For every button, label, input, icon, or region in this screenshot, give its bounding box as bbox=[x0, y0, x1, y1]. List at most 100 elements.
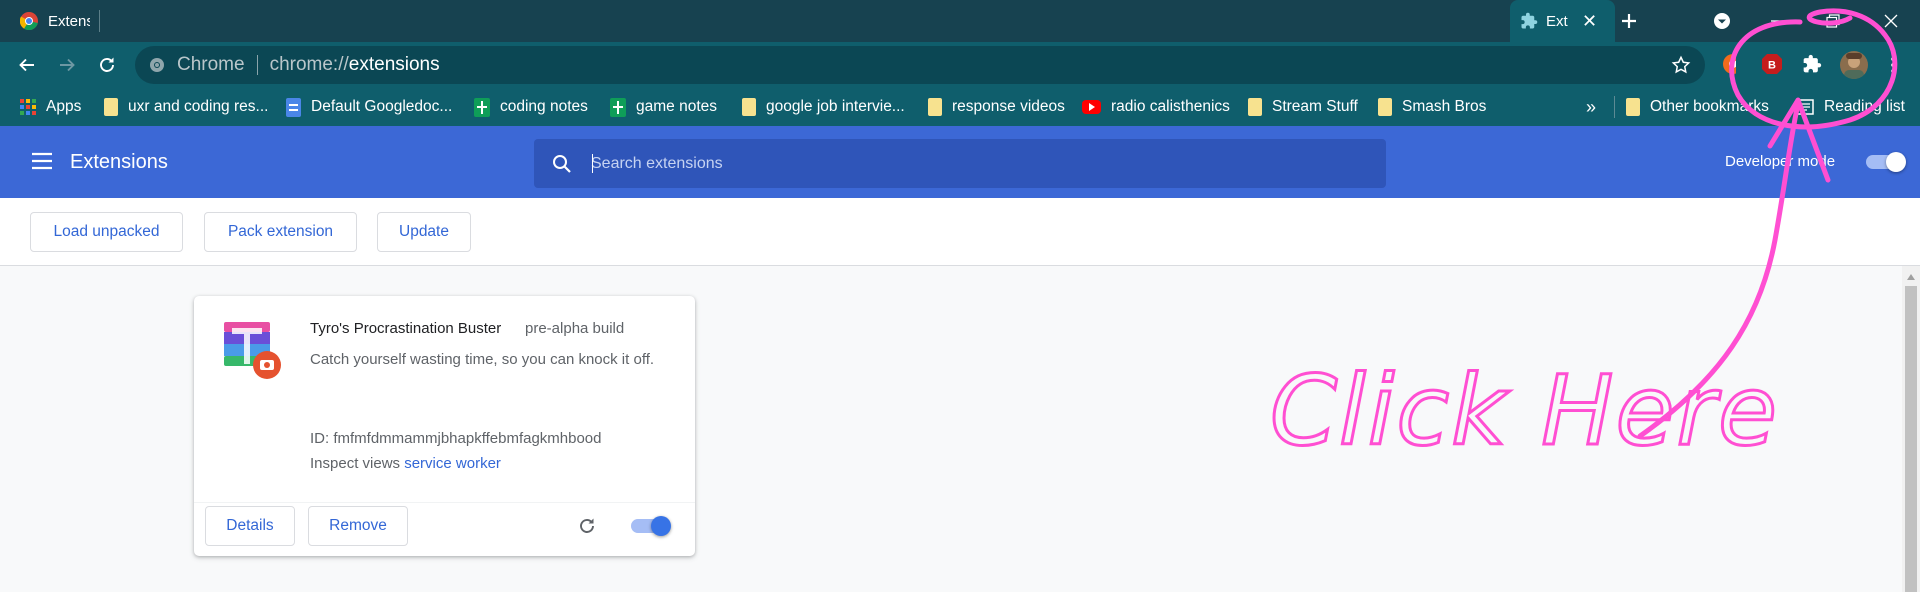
bookmark-label: Stream Stuff bbox=[1272, 98, 1358, 115]
google-sheets-icon bbox=[474, 97, 490, 117]
extension-enable-toggle[interactable] bbox=[631, 516, 671, 536]
reload-extension-icon[interactable] bbox=[578, 517, 596, 535]
chrome-info-icon[interactable] bbox=[149, 57, 165, 73]
chrome-logo-icon bbox=[20, 12, 38, 30]
tab-separator bbox=[99, 10, 100, 32]
bookmark-youtube[interactable]: radio calisthenics bbox=[1082, 88, 1230, 126]
reload-icon bbox=[98, 56, 116, 74]
tab-search-button[interactable] bbox=[1708, 0, 1736, 42]
google-docs-icon bbox=[286, 97, 301, 117]
double-chevron-icon: » bbox=[1586, 96, 1597, 117]
developer-mode-label: Developer mode bbox=[1725, 153, 1836, 170]
close-icon bbox=[1884, 14, 1898, 28]
developer-mode-toggle[interactable] bbox=[1866, 152, 1906, 172]
folder-icon bbox=[1378, 98, 1392, 116]
bookmarks-overflow-button[interactable]: » bbox=[1586, 88, 1596, 126]
extension-b-icon[interactable]: B bbox=[1761, 53, 1783, 75]
search-icon bbox=[552, 154, 572, 174]
forward-button[interactable] bbox=[52, 42, 82, 88]
load-unpacked-button[interactable]: Load unpacked bbox=[30, 212, 183, 252]
search-input[interactable] bbox=[591, 139, 1351, 188]
card-divider bbox=[194, 502, 695, 503]
folder-icon bbox=[1248, 98, 1262, 116]
update-button[interactable]: Update bbox=[377, 212, 471, 252]
extension-card: Tyro's Procrastination Buster pre-alpha … bbox=[194, 296, 695, 556]
reading-list[interactable]: Reading list bbox=[1796, 88, 1905, 126]
bookmark-doc[interactable]: Default Googledoc... bbox=[286, 88, 452, 126]
toggle-knob bbox=[1886, 152, 1906, 172]
chevron-down-circle-icon bbox=[1713, 12, 1731, 30]
bookmark-folder[interactable]: Stream Stuff bbox=[1248, 88, 1358, 126]
back-button[interactable] bbox=[12, 42, 42, 88]
arrow-left-icon bbox=[18, 56, 36, 74]
restore-window-icon bbox=[1826, 14, 1840, 28]
main-menu-button[interactable] bbox=[31, 152, 53, 170]
extension-logo-icon bbox=[224, 322, 282, 380]
bookmark-folder[interactable]: google job intervie... bbox=[742, 88, 905, 126]
bookmark-folder[interactable]: Smash Bros bbox=[1378, 88, 1486, 126]
extension-orange-icon[interactable] bbox=[1722, 53, 1736, 75]
other-bookmarks-label: Other bookmarks bbox=[1650, 98, 1769, 115]
extensions-puzzle-icon[interactable] bbox=[1802, 54, 1822, 74]
folder-icon bbox=[104, 98, 118, 116]
details-button[interactable]: Details bbox=[205, 506, 295, 546]
bookmarks-bar: Apps uxr and coding res... Default Googl… bbox=[0, 88, 1920, 126]
plus-icon bbox=[1621, 13, 1637, 29]
new-tab-button[interactable] bbox=[1612, 0, 1646, 42]
bookmark-label: response videos bbox=[952, 98, 1065, 115]
restore-button[interactable] bbox=[1818, 0, 1848, 42]
other-bookmarks[interactable]: Other bookmarks bbox=[1626, 88, 1769, 126]
extension-description: Catch yourself wasting time, so you can … bbox=[310, 351, 655, 368]
apps-grid-icon bbox=[20, 99, 36, 115]
folder-icon bbox=[742, 98, 756, 116]
tab-title: Extensions bbox=[1546, 12, 1568, 30]
pack-extension-button[interactable]: Pack extension bbox=[204, 212, 357, 252]
svg-text:B: B bbox=[1768, 60, 1776, 72]
page-title: Extensions bbox=[70, 151, 168, 173]
close-window-button[interactable] bbox=[1876, 0, 1906, 42]
bookmark-star-icon[interactable] bbox=[1671, 55, 1691, 75]
remove-button[interactable]: Remove bbox=[308, 506, 408, 546]
extension-version: pre-alpha build bbox=[525, 320, 625, 337]
omnibox[interactable]: Chrome chrome:// extensions bbox=[135, 46, 1705, 84]
bookmark-label: game notes bbox=[636, 98, 717, 115]
service-worker-link[interactable]: service worker bbox=[404, 455, 501, 472]
kebab-menu-icon[interactable] bbox=[1890, 56, 1896, 74]
omnibox-divider bbox=[256, 55, 258, 75]
bookmark-sheet[interactable]: coding notes bbox=[474, 88, 588, 126]
page-scrollbar[interactable] bbox=[1902, 266, 1920, 592]
reading-list-icon bbox=[1796, 99, 1814, 115]
extensions-header: Extensions Developer mode bbox=[0, 126, 1920, 198]
url-scheme: chrome:// bbox=[269, 54, 349, 75]
text-caret bbox=[592, 154, 593, 173]
tab-extensions-active[interactable]: Extensions ✕ bbox=[1510, 0, 1615, 42]
scroll-up-arrow-icon[interactable] bbox=[1907, 274, 1915, 280]
scrollbar-thumb[interactable] bbox=[1905, 286, 1917, 592]
puzzle-piece-icon bbox=[1520, 12, 1538, 30]
bookmark-label: google job intervie... bbox=[766, 98, 905, 115]
bookmark-folder[interactable]: response videos bbox=[928, 88, 1065, 126]
search-box[interactable] bbox=[534, 139, 1386, 188]
minimize-icon bbox=[1770, 14, 1784, 28]
close-tab-icon[interactable]: ✕ bbox=[1582, 12, 1597, 30]
developer-toolbar: Load unpacked Pack extension Update bbox=[0, 198, 1920, 266]
profile-avatar[interactable] bbox=[1840, 51, 1868, 79]
bookmark-sheet[interactable]: game notes bbox=[610, 88, 717, 126]
bookmark-label: Smash Bros bbox=[1402, 98, 1487, 115]
tab-title: Extensions bbox=[48, 12, 90, 30]
inspect-views-label: Inspect views bbox=[310, 455, 401, 472]
bookmark-apps[interactable]: Apps bbox=[20, 88, 81, 126]
url-path: extensions bbox=[348, 54, 440, 75]
minimize-button[interactable] bbox=[1762, 0, 1792, 42]
bookmarks-separator bbox=[1614, 96, 1615, 118]
annotation-text: Click Here bbox=[1270, 355, 1779, 467]
extension-name: Tyro's Procrastination Buster bbox=[310, 320, 502, 337]
arrow-right-icon bbox=[58, 56, 76, 74]
tab-extensions-inactive[interactable]: Extensions bbox=[0, 0, 100, 42]
bookmark-folder[interactable]: uxr and coding res... bbox=[104, 88, 268, 126]
tab-strip: Extensions Extensions ✕ bbox=[0, 0, 1920, 42]
site-label: Chrome bbox=[177, 54, 245, 75]
bookmark-label: Default Googledoc... bbox=[311, 98, 453, 115]
reload-button[interactable] bbox=[92, 42, 122, 88]
extension-id: ID: fmfmfdmmammjbhapkffebmfagkmhbood bbox=[310, 430, 602, 447]
